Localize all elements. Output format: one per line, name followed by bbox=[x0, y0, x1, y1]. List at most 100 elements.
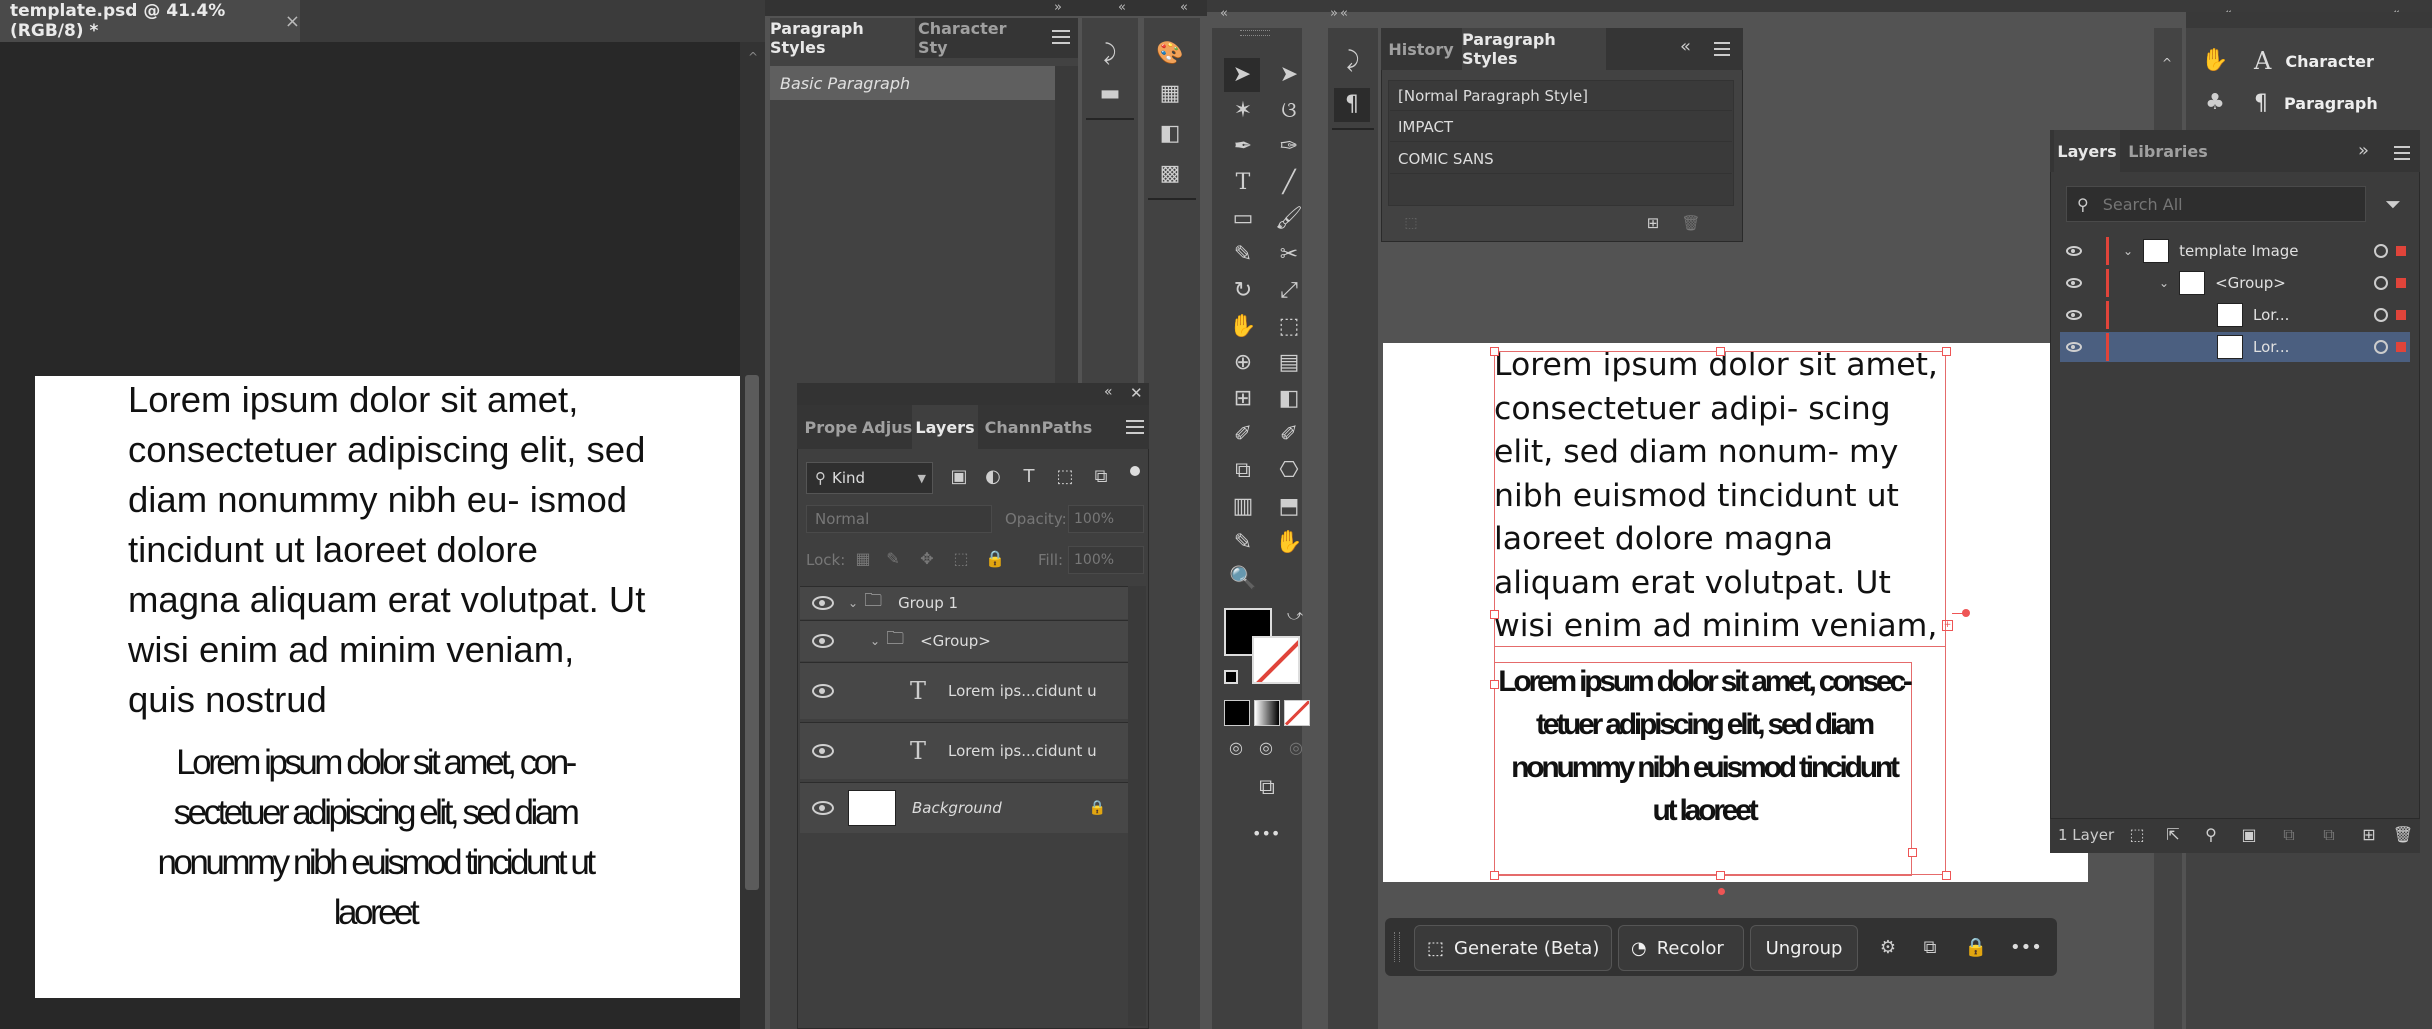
tab-paths[interactable]: Paths bbox=[1042, 405, 1093, 449]
column-graph-tool-icon[interactable]: ▥ bbox=[1226, 490, 1260, 524]
panel-menu-icon[interactable] bbox=[1052, 30, 1070, 44]
tab-channels[interactable]: Chann bbox=[984, 405, 1042, 449]
scissors-tool-icon[interactable]: ✂ bbox=[1272, 238, 1306, 272]
history-brush-icon[interactable]: ⤸ bbox=[1094, 38, 1126, 70]
lock-all-icon[interactable]: 🔒 bbox=[984, 548, 1006, 570]
tab-properties[interactable]: Prope bbox=[803, 405, 859, 449]
target-icon[interactable] bbox=[2374, 244, 2388, 258]
scroll-up-icon[interactable]: ^ bbox=[2162, 56, 2172, 70]
gradient-tool-icon[interactable]: ◧ bbox=[1272, 382, 1306, 416]
opacity-field[interactable]: 100% bbox=[1068, 505, 1144, 533]
panel-menu-icon[interactable] bbox=[2394, 146, 2410, 160]
gradient-mode-button[interactable] bbox=[1254, 700, 1280, 726]
filter-pixel-icon[interactable]: ▣ bbox=[946, 464, 972, 490]
draw-behind-icon[interactable]: ◎ bbox=[1254, 736, 1278, 760]
lock-icon[interactable]: 🔒 bbox=[1962, 934, 1990, 962]
ai-layer-row-text-1[interactable]: Lor... bbox=[2060, 300, 2410, 330]
direct-selection-tool-icon[interactable]: ➤ bbox=[1272, 58, 1306, 92]
layer-filter-kind-select[interactable]: ⚲ Kind ▼ bbox=[806, 462, 933, 494]
selection-indicator[interactable] bbox=[2396, 310, 2406, 320]
tab-history[interactable]: History bbox=[1386, 28, 1456, 70]
rotate-tool-icon[interactable]: ↻ bbox=[1226, 274, 1260, 308]
pen-tool-icon[interactable]: ✒ bbox=[1226, 130, 1260, 164]
paragraph-style-item-basic[interactable]: Basic Paragraph bbox=[770, 66, 1055, 100]
collapse-icon[interactable]: « bbox=[1340, 6, 1348, 21]
puppet-icon[interactable]: ✋ bbox=[2200, 44, 2230, 78]
eyedropper-tool-icon[interactable]: ✐ bbox=[1226, 418, 1260, 452]
tab-adjustments[interactable]: Adjus bbox=[862, 405, 912, 449]
comment-icon[interactable]: ▬ bbox=[1094, 78, 1126, 110]
edit-toolbar-more[interactable]: ••• bbox=[1252, 824, 1280, 843]
visibility-eye-icon[interactable] bbox=[2066, 278, 2082, 288]
resize-handle[interactable] bbox=[1490, 347, 1499, 356]
target-icon[interactable] bbox=[2374, 308, 2388, 322]
tab-ai-paragraph-styles[interactable]: Paragraph Styles bbox=[1462, 28, 1606, 70]
load-styles-icon[interactable]: ⬚ bbox=[1400, 212, 1422, 234]
selection-indicator[interactable] bbox=[2396, 246, 2406, 256]
filter-smart-object-icon[interactable]: ⧉ bbox=[1088, 464, 1114, 490]
artboard-tool-icon[interactable]: ⬒ bbox=[1272, 490, 1306, 524]
lock-transparency-icon[interactable]: ▦ bbox=[852, 548, 874, 570]
free-transform-tool-icon[interactable]: ⬚ bbox=[1272, 310, 1306, 344]
filter-icon[interactable]: ⏷ bbox=[2378, 188, 2408, 220]
paragraph-panel-button[interactable]: ¶ Paragraph bbox=[2254, 86, 2424, 120]
type-tool-icon[interactable]: T bbox=[1226, 166, 1260, 200]
panel-menu-icon[interactable] bbox=[1126, 420, 1144, 434]
visibility-eye-icon[interactable] bbox=[812, 634, 834, 648]
filter-type-icon[interactable]: T bbox=[1016, 464, 1042, 490]
curvature-tool-icon[interactable]: ✑ bbox=[1272, 130, 1306, 164]
selection-indicator[interactable] bbox=[2396, 278, 2406, 288]
chevron-down-icon[interactable]: ⌄ bbox=[848, 596, 858, 610]
text-overflow-port[interactable]: + bbox=[1942, 620, 1953, 631]
lock-pixels-icon[interactable]: ✎ bbox=[882, 548, 904, 570]
draw-inside-icon[interactable]: ◎ bbox=[1284, 736, 1308, 760]
ai-layer-row-template-image[interactable]: ⌄ template Image bbox=[2060, 236, 2410, 266]
resize-handle[interactable] bbox=[1490, 680, 1499, 689]
resize-handle[interactable] bbox=[1716, 347, 1725, 356]
scale-tool-icon[interactable]: ⤢ bbox=[1272, 274, 1306, 308]
new-style-icon[interactable]: ⊞ bbox=[1642, 212, 1664, 234]
glyphs-icon[interactable]: ⤸ bbox=[1336, 44, 1370, 78]
search-input[interactable] bbox=[2100, 193, 2335, 215]
expand-icon[interactable]: « bbox=[1220, 6, 1228, 21]
tab-layers[interactable]: Layers bbox=[912, 405, 978, 449]
isolate-icon[interactable]: ⚙ bbox=[1874, 934, 1902, 962]
paintbrush-tool-icon[interactable]: 🖌 bbox=[1272, 202, 1306, 236]
recolor-button[interactable]: ◔ Recolor bbox=[1618, 925, 1744, 971]
layer-row-text-1[interactable]: T Lorem ips...cidunt u bbox=[800, 662, 1128, 719]
taskbar-grip[interactable] bbox=[1394, 932, 1400, 962]
shape-builder-tool-icon[interactable]: ⊕ bbox=[1226, 346, 1260, 380]
ungroup-button[interactable]: Ungroup bbox=[1750, 925, 1858, 971]
resize-handle[interactable] bbox=[1490, 871, 1499, 880]
close-panel-icon[interactable]: ✕ bbox=[1130, 384, 1143, 402]
none-mode-button[interactable] bbox=[1284, 700, 1310, 726]
layer-row-group[interactable]: ⌄ 🗀 <Group> bbox=[800, 620, 1128, 661]
new-sublayer-icon[interactable]: ⧉ bbox=[2276, 822, 2302, 848]
filter-adjustment-icon[interactable]: ◐ bbox=[980, 464, 1006, 490]
delete-layer-icon[interactable]: 🗑 bbox=[2390, 822, 2416, 848]
delete-style-icon[interactable]: 🗑 bbox=[1680, 212, 1702, 234]
tab-libraries[interactable]: Libraries bbox=[2126, 130, 2210, 172]
layer-row-text-2[interactable]: T Lorem ips...cidunt u bbox=[800, 722, 1128, 779]
live-paint-tool-icon[interactable]: ⎔ bbox=[1272, 454, 1306, 488]
gradient-icon[interactable]: ◧ bbox=[1154, 118, 1186, 150]
visibility-eye-icon[interactable] bbox=[2066, 342, 2082, 352]
collapse-icon[interactable]: « bbox=[1180, 0, 1188, 15]
expand-icon[interactable]: » bbox=[1054, 0, 1062, 15]
color-palette-icon[interactable]: 🎨 bbox=[1154, 38, 1186, 70]
magic-wand-tool-icon[interactable]: ✶ bbox=[1226, 94, 1260, 128]
layer-row-background[interactable]: Background 🔒 bbox=[800, 782, 1128, 833]
resize-handle[interactable] bbox=[1490, 610, 1499, 619]
blend-mode-select[interactable]: Normal bbox=[806, 505, 992, 533]
resize-handle[interactable] bbox=[1942, 871, 1951, 880]
add-layer-icon[interactable]: ⊞ bbox=[2356, 822, 2382, 848]
new-layer-icon[interactable]: ⧉ bbox=[2316, 822, 2342, 848]
lasso-tool-icon[interactable]: ଓ bbox=[1272, 94, 1306, 128]
visibility-eye-icon[interactable] bbox=[812, 684, 834, 698]
slice-tool-icon[interactable]: ✎ bbox=[1226, 526, 1260, 560]
ai-layer-row-group[interactable]: ⌄ <Group> bbox=[2060, 268, 2410, 298]
close-icon[interactable]: × bbox=[285, 11, 300, 32]
visibility-eye-icon[interactable] bbox=[2066, 246, 2082, 256]
export-icon[interactable]: ⇱ bbox=[2160, 822, 2186, 848]
ai-style-item-normal[interactable]: [Normal Paragraph Style] bbox=[1390, 81, 1732, 111]
